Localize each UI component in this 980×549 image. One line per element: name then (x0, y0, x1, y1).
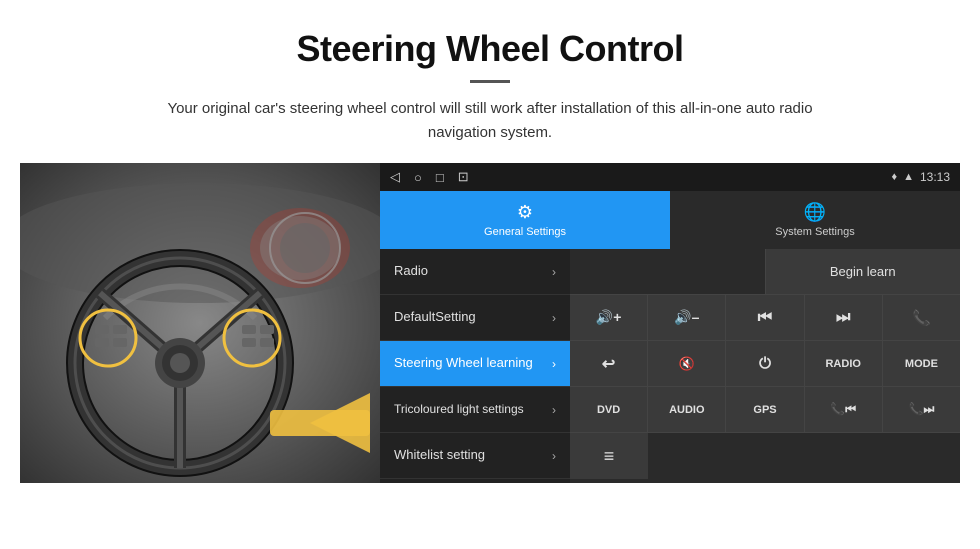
menu-item-default-label: DefaultSetting (394, 309, 476, 326)
car-image-panel (20, 163, 380, 483)
control-row-4: ≡ (570, 433, 960, 479)
tab-general-settings[interactable]: ⚙ General Settings (380, 191, 670, 249)
location-icon: ♦ (891, 171, 897, 183)
phone-prev-button[interactable]: 📞⏮ (805, 387, 883, 432)
menu-item-default-setting[interactable]: DefaultSetting › (380, 295, 570, 341)
tab-general-label: General Settings (484, 226, 566, 238)
phone-next-icon: 📞⏭ (909, 402, 935, 417)
volume-down-icon: 🔊– (674, 309, 699, 326)
menu-item-steering-label: Steering Wheel learning (394, 355, 533, 372)
volume-up-button[interactable]: 🔊+ (570, 295, 648, 340)
mode-label: MODE (905, 358, 938, 370)
power-button[interactable]: ⏻ (726, 341, 804, 386)
volume-down-button[interactable]: 🔊– (648, 295, 726, 340)
dvd-label: DVD (597, 404, 620, 416)
right-controls: Begin learn 🔊+ 🔊– ⏮ ⏭ (570, 249, 960, 483)
menu-item-steering-wheel[interactable]: Steering Wheel learning › (380, 341, 570, 387)
menu-item-tricoloured[interactable]: Tricoloured light settings › (380, 387, 570, 433)
menu-list-icon: ≡ (604, 446, 615, 467)
prev-track-button[interactable]: ⏮ (726, 295, 804, 340)
begin-learn-button[interactable]: Begin learn (766, 249, 961, 294)
menu-chevron-whitelist: › (552, 449, 556, 463)
radio-mode-button[interactable]: RADIO (805, 341, 883, 386)
audio-button[interactable]: AUDIO (648, 387, 726, 432)
screenshot-nav-icon[interactable]: ⊡ (458, 169, 469, 185)
audio-label: AUDIO (669, 404, 704, 416)
android-panel: ◁ ○ □ ⊡ ♦ ▲ 13:13 ⚙ General Settings 🌐 S… (380, 163, 960, 483)
radio-label: RADIO (825, 358, 860, 370)
system-settings-icon: 🌐 (804, 202, 826, 223)
next-track-icon: ⏭ (836, 309, 850, 327)
dvd-button[interactable]: DVD (570, 387, 648, 432)
return-button[interactable]: ↩ (570, 341, 648, 386)
recent-nav-icon[interactable]: □ (436, 170, 444, 185)
mode-button[interactable]: MODE (883, 341, 960, 386)
tab-system-settings[interactable]: 🌐 System Settings (670, 191, 960, 249)
prev-track-icon: ⏮ (758, 309, 772, 327)
volume-up-icon: 🔊+ (596, 309, 622, 326)
gps-label: GPS (753, 404, 776, 416)
status-bar: ◁ ○ □ ⊡ ♦ ▲ 13:13 (380, 163, 960, 191)
tab-system-label: System Settings (775, 226, 854, 238)
controls-top-row: Begin learn (570, 249, 960, 295)
next-track-button[interactable]: ⏭ (805, 295, 883, 340)
empty-input-cell (570, 249, 766, 294)
power-icon: ⏻ (759, 355, 771, 372)
left-menu: Radio › DefaultSetting › Steering Wheel … (380, 249, 570, 483)
menu-chevron-tricoloured: › (552, 403, 556, 417)
menu-item-whitelist[interactable]: Whitelist setting › (380, 433, 570, 479)
control-row-3: DVD AUDIO GPS 📞⏮ 📞⏭ (570, 387, 960, 433)
page-header: Steering Wheel Control Your original car… (0, 0, 980, 163)
phone-button[interactable]: 📞 (883, 295, 960, 340)
menu-chevron-radio: › (552, 265, 556, 279)
gps-button[interactable]: GPS (726, 387, 804, 432)
main-content: ◁ ○ □ ⊡ ♦ ▲ 13:13 ⚙ General Settings 🌐 S… (20, 163, 960, 483)
mute-icon: 🔇 (679, 356, 695, 372)
phone-prev-icon: 📞⏮ (830, 402, 856, 417)
home-nav-icon[interactable]: ○ (414, 170, 422, 185)
status-time: 13:13 (920, 170, 950, 184)
phone-next-button[interactable]: 📞⏭ (883, 387, 960, 432)
content-split: Radio › DefaultSetting › Steering Wheel … (380, 249, 960, 483)
menu-item-whitelist-label: Whitelist setting (394, 447, 485, 464)
menu-chevron-default: › (552, 311, 556, 325)
status-bar-nav-icons: ◁ ○ □ ⊡ (390, 169, 469, 185)
control-row-1: 🔊+ 🔊– ⏮ ⏭ 📞 (570, 295, 960, 341)
menu-item-radio-label: Radio (394, 263, 428, 280)
mute-button[interactable]: 🔇 (648, 341, 726, 386)
title-divider (470, 80, 510, 83)
menu-item-tricoloured-label: Tricoloured light settings (394, 402, 524, 418)
return-icon: ↩ (602, 354, 615, 374)
phone-icon: 📞 (912, 309, 931, 327)
header-description: Your original car's steering wheel contr… (150, 97, 830, 145)
general-settings-icon: ⚙ (517, 202, 533, 223)
menu-chevron-steering: › (552, 357, 556, 371)
control-row-2: ↩ 🔇 ⏻ RADIO MODE (570, 341, 960, 387)
menu-icon-button[interactable]: ≡ (570, 433, 648, 479)
tab-bar: ⚙ General Settings 🌐 System Settings (380, 191, 960, 249)
page-title: Steering Wheel Control (40, 28, 940, 70)
wifi-icon: ▲ (903, 171, 914, 183)
status-bar-right: ♦ ▲ 13:13 (891, 170, 950, 184)
menu-item-radio[interactable]: Radio › (380, 249, 570, 295)
back-nav-icon[interactable]: ◁ (390, 169, 400, 185)
